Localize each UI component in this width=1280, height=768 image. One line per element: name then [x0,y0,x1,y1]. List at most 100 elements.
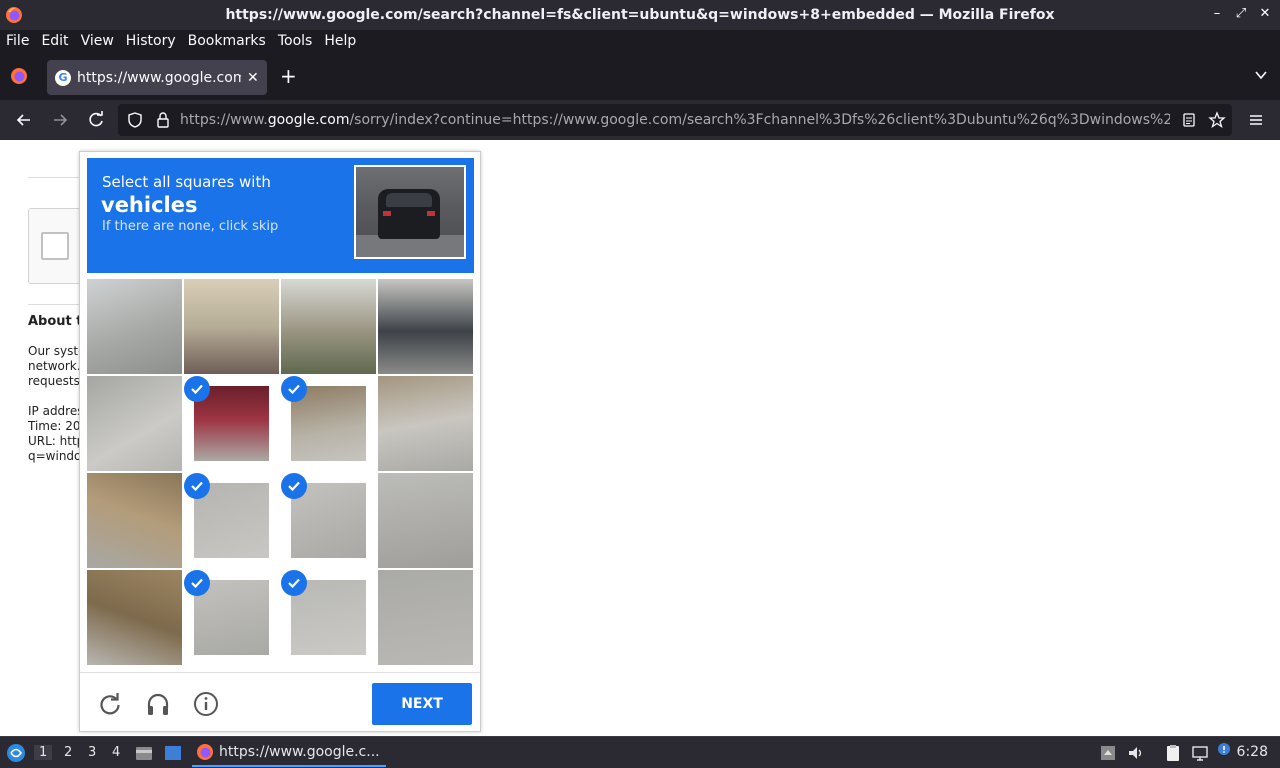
url-text[interactable]: https://www.google.com/sorry/index?conti… [180,112,1170,128]
url-domain: google.com [267,112,350,128]
volume-icon[interactable] [1127,744,1145,762]
tile-image [87,376,182,471]
grid-tile[interactable] [378,570,473,665]
workspace-4[interactable]: 4 [112,745,120,760]
check-icon [184,473,210,499]
check-icon [281,570,307,596]
grid-tile[interactable] [378,473,473,568]
tile-image [184,279,279,374]
grid-tile[interactable] [87,279,182,374]
close-icon[interactable]: ✕ [1258,6,1272,22]
tile-image [378,376,473,471]
taskbar: 1 2 3 4 https://www.google.c... 6:28 [0,736,1280,768]
forward-icon[interactable] [50,110,70,130]
tab-bar: G https://www.google.com/ ✕ + [0,52,1280,100]
workspace-3[interactable]: 3 [88,745,96,760]
window-title: https://www.google.com/search?channel=fs… [225,7,1055,23]
menu-tools[interactable]: Tools [278,33,319,49]
grid-tile[interactable] [184,279,279,374]
file-manager-icon[interactable] [135,744,153,762]
grid-tile[interactable] [378,376,473,471]
check-icon [184,376,210,402]
tile-image [378,473,473,568]
grid-tile[interactable] [87,570,182,665]
grid-tile[interactable] [281,376,376,471]
notification-icon[interactable] [1216,741,1234,759]
workspace-1[interactable]: 1 [34,745,53,760]
challenge-target: vehicles [101,193,198,217]
list-all-tabs-icon[interactable] [1254,68,1268,82]
hamburger-menu-icon[interactable] [1246,110,1266,130]
menu-bar: File Edit View History Bookmarks Tools H… [0,30,1280,52]
image-grid [87,279,474,666]
url-bar[interactable]: https://www.google.com/sorry/index?conti… [118,104,1232,136]
ip-line: IP addres [28,404,80,418]
url-prefix: https://www. [180,112,268,128]
grid-tile[interactable] [378,279,473,374]
firefox-icon [197,744,213,760]
query-line: q=window [28,449,80,463]
next-button[interactable]: NEXT [372,683,472,725]
tab-label: https://www.google.com/ [77,69,241,86]
reload-challenge-icon[interactable] [97,691,123,717]
check-icon [281,376,307,402]
check-icon [281,473,307,499]
tile-image [87,279,182,374]
challenge-footer: NEXT [80,672,480,732]
minimize-icon[interactable]: – [1210,6,1224,22]
window-titlebar: https://www.google.com/search?channel=fs… [0,0,1280,30]
recaptcha-challenge: Select all squares with vehicles If ther… [79,151,481,732]
grid-tile[interactable] [281,473,376,568]
clock: 6:28 [1236,744,1268,760]
grid-tile[interactable] [87,473,182,568]
about-heading: About th [28,314,80,329]
shield-icon[interactable] [126,111,144,129]
reader-view-icon[interactable] [1180,111,1198,129]
para-line: Our syste [28,344,80,358]
updates-icon[interactable] [1099,744,1117,762]
grid-tile[interactable] [87,376,182,471]
grid-tile[interactable] [184,570,279,665]
lock-icon[interactable] [154,111,172,129]
tab-close-icon[interactable]: ✕ [247,70,259,86]
menu-edit[interactable]: Edit [41,33,74,49]
network-icon[interactable] [1191,744,1209,762]
taskbar-firefox-window[interactable]: https://www.google.c... [192,739,386,767]
back-icon[interactable] [14,110,34,130]
tab-google[interactable]: G https://www.google.com/ ✕ [47,60,267,95]
reload-icon[interactable] [86,110,106,130]
menu-help[interactable]: Help [324,33,362,49]
grid-tile[interactable] [281,570,376,665]
menu-file[interactable]: File [6,33,35,49]
info-icon[interactable] [193,691,219,717]
start-menu-icon[interactable] [6,743,26,763]
desktop-icon[interactable] [164,744,182,762]
workspace-2[interactable]: 2 [64,745,72,760]
maximize-icon[interactable]: ⤢ [1234,6,1248,22]
bookmark-star-icon[interactable] [1208,111,1226,129]
tile-image [87,570,182,665]
sample-image [354,165,466,259]
window-controls: – ⤢ ✕ [1210,6,1272,22]
audio-challenge-icon[interactable] [145,691,171,717]
tile-image [378,570,473,665]
clipboard-icon[interactable] [1164,744,1182,762]
tile-image [87,473,182,568]
menu-view[interactable]: View [81,33,120,49]
check-icon [184,570,210,596]
para-line: requests [28,374,80,388]
challenge-header: Select all squares with vehicles If ther… [87,158,474,273]
tile-image [378,279,473,374]
firefox-view-icon[interactable] [10,67,28,85]
grid-tile[interactable] [184,473,279,568]
new-tab-button[interactable]: + [280,66,297,86]
url-path: /sorry/index?continue=https://www.google… [349,112,1170,128]
recaptcha-checkbox[interactable] [41,232,69,260]
menu-history[interactable]: History [126,33,182,49]
challenge-prompt: Select all squares with [102,173,271,191]
para-line: network. [28,359,80,373]
grid-tile[interactable] [184,376,279,471]
tile-image [281,279,376,374]
menu-bookmarks[interactable]: Bookmarks [188,33,272,49]
grid-tile[interactable] [281,279,376,374]
